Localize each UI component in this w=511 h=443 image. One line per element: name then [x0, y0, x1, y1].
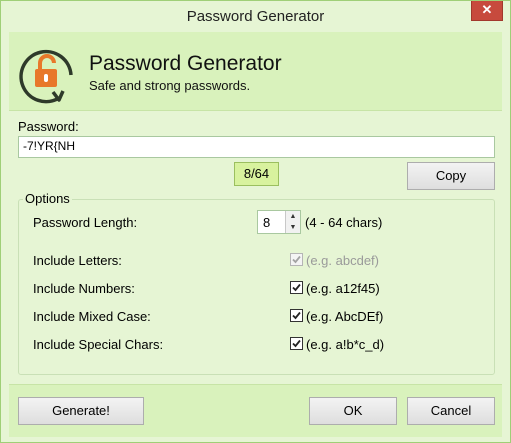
cancel-button[interactable]: Cancel — [407, 397, 495, 425]
include-special-chars-label: Include Special Chars: — [33, 337, 164, 352]
include-letters-checkbox[interactable] — [290, 253, 303, 266]
header-title: Password Generator — [89, 52, 282, 75]
password-length-label: Password Length: — [33, 215, 138, 230]
check-icon — [292, 255, 301, 264]
include-numbers-checkbox[interactable] — [290, 281, 303, 294]
check-icon — [292, 311, 301, 320]
copy-button[interactable]: Copy — [407, 162, 495, 190]
options-legend: Options — [23, 191, 72, 206]
footer-bar: Generate! OK Cancel — [9, 384, 502, 437]
padlock-refresh-icon — [19, 40, 77, 104]
close-button[interactable]: ✕ — [471, 1, 503, 21]
main-content: Password: -7!YR{NH 8/64 Copy Options Pas… — [9, 111, 502, 383]
password-label: Password: — [18, 119, 79, 134]
password-length-hint: (4 - 64 chars) — [305, 215, 383, 230]
include-letters-label: Include Letters: — [33, 253, 122, 268]
check-icon — [292, 283, 301, 292]
include-special-chars-checkbox[interactable] — [290, 337, 303, 350]
window-title: Password Generator — [186, 8, 325, 25]
ok-button[interactable]: OK — [309, 397, 397, 425]
include-numbers-example: (e.g. a12f45) — [306, 281, 380, 296]
length-count-badge: 8/64 — [234, 162, 279, 186]
header-banner: Password Generator Safe and strong passw… — [9, 32, 502, 111]
check-icon — [292, 339, 301, 348]
password-field[interactable]: -7!YR{NH — [18, 136, 495, 158]
include-mixed-case-checkbox[interactable] — [290, 309, 303, 322]
include-letters-example: (e.g. abcdef) — [306, 253, 379, 268]
password-length-value: 8 — [263, 215, 271, 230]
include-mixed-case-label: Include Mixed Case: — [33, 309, 151, 324]
password-length-spinner[interactable]: 8 ▲ ▼ — [257, 210, 301, 234]
header-subtitle: Safe and strong passwords. — [89, 78, 251, 93]
spinner-buttons: ▲ ▼ — [285, 211, 300, 233]
include-special-chars-example: (e.g. a!b*c_d) — [306, 337, 385, 352]
title-bar: Password Generator ✕ — [1, 1, 510, 32]
include-mixed-case-example: (e.g. AbcDEf) — [306, 309, 384, 324]
password-generator-window: Password Generator ✕ Password Generator … — [0, 0, 511, 443]
include-numbers-label: Include Numbers: — [33, 281, 135, 296]
generate-button[interactable]: Generate! — [18, 397, 144, 425]
spin-down-button[interactable]: ▼ — [286, 222, 300, 233]
